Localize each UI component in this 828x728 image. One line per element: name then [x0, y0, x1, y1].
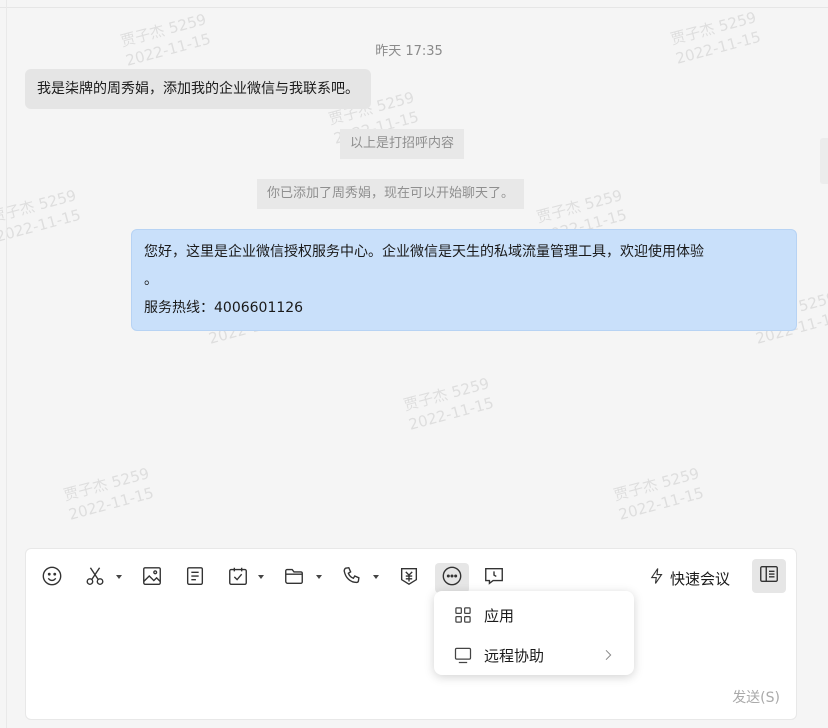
menu-item-label: 应用: [484, 606, 515, 625]
system-notice-greeting: 以上是打招呼内容: [340, 129, 465, 159]
incoming-message-bubble[interactable]: 我是柒牌的周秀娟，添加我的企业微信与我联系吧。: [25, 69, 371, 109]
sidebar-panel-icon: [758, 563, 780, 589]
side-panel-toggle-button[interactable]: [752, 559, 786, 593]
chevron-right-icon: [600, 647, 616, 667]
file-options-caret[interactable]: [316, 575, 322, 579]
more-options-menu: 应用 远程协助: [434, 591, 634, 675]
system-notice-added: 你已添加了周秀娟，现在可以开始聊天了。: [257, 179, 525, 209]
document-button[interactable]: [183, 563, 207, 593]
screenshot-options-caret[interactable]: [116, 575, 122, 579]
more-button[interactable]: [435, 563, 469, 593]
remote-screen-button[interactable]: [482, 563, 506, 593]
phone-icon: [341, 565, 363, 591]
chat-history: 贾子杰 5259 2022-11-15 贾子杰 5259 2022-11-15 贾子…: [0, 0, 828, 545]
call-button[interactable]: [340, 563, 364, 593]
watermark: 贾子杰 52592022-11-15: [61, 464, 156, 524]
left-divider: [6, 0, 7, 728]
menu-item-label: 远程协助: [484, 646, 545, 665]
money-icon: [398, 565, 420, 591]
menu-item-remote-assist[interactable]: 远程协助: [434, 635, 634, 675]
schedule-button[interactable]: [226, 563, 250, 593]
file-button[interactable]: [282, 563, 306, 593]
message-timestamp: 昨天 17:35: [375, 44, 443, 59]
message-composer[interactable]: 快速会议 发送(S): [25, 548, 797, 720]
menu-item-apps[interactable]: 应用: [434, 595, 634, 635]
watermark: 贾子杰 52592022-11-15: [0, 186, 83, 246]
lightning-icon: [648, 567, 666, 589]
watermark: 贾子杰 52592022-11-15: [668, 8, 763, 68]
calendar-check-icon: [227, 565, 249, 591]
red-packet-button[interactable]: [397, 563, 421, 593]
emoji-button[interactable]: [40, 563, 64, 593]
watermark: 贾子杰 52592022-11-15: [611, 464, 706, 524]
top-divider: [0, 7, 828, 8]
more-icon: [441, 565, 463, 591]
emoji-icon: [41, 565, 63, 591]
folder-icon: [283, 565, 305, 591]
screenshot-button[interactable]: [83, 563, 107, 593]
schedule-options-caret[interactable]: [258, 575, 264, 579]
document-icon: [184, 565, 206, 591]
watermark: 贾子杰 52592022-11-15: [401, 374, 496, 434]
quick-meeting-button[interactable]: 快速会议: [648, 563, 730, 593]
outgoing-message-line: 。: [144, 272, 158, 288]
image-icon: [141, 565, 163, 591]
outgoing-message-bubble[interactable]: 您好，这里是企业微信授权服务中心。企业微信是天生的私域流量管理工具，欢迎使用体验…: [131, 229, 797, 331]
outgoing-message-line: 您好，这里是企业微信授权服务中心。企业微信是天生的私域流量管理工具，欢迎使用体验: [144, 244, 704, 260]
quick-meeting-label: 快速会议: [670, 569, 731, 588]
image-button[interactable]: [140, 563, 164, 593]
remote-screen-icon: [483, 565, 505, 591]
side-panel-handle[interactable]: [820, 138, 828, 184]
send-button[interactable]: 发送(S): [732, 687, 780, 707]
scissors-icon: [84, 565, 106, 591]
call-options-caret[interactable]: [373, 575, 379, 579]
outgoing-message-line: 服务热线：4006601126: [144, 300, 304, 316]
